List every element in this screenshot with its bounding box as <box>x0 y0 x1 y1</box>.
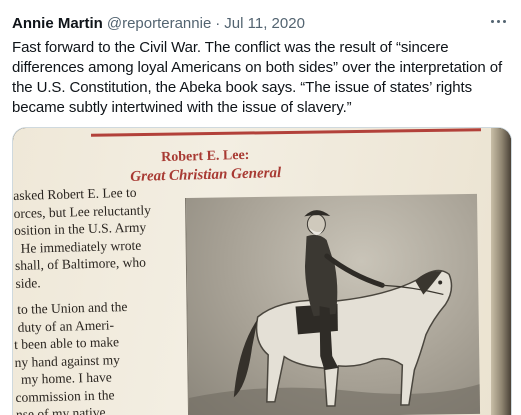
tweet: Annie Martin @reporterannie · Jul 11, 20… <box>0 0 521 415</box>
tweet-text: Fast forward to the Civil War. The confl… <box>12 38 517 118</box>
more-options-icon[interactable] <box>487 11 509 31</box>
book-paragraph-1: asked Robert E. Lee to orces, but Lee re… <box>13 183 153 292</box>
header-separator: · <box>215 14 221 32</box>
tweet-text-line: the U.S. Constitution, the Abeka book sa… <box>12 79 472 96</box>
tweet-text-line: became subtly intertwined with the issue… <box>12 99 352 116</box>
book-text-line: commission in the <box>15 386 115 405</box>
more-dot <box>502 19 506 23</box>
author-handle[interactable]: @reporterannie <box>107 15 211 32</box>
tweet-photo[interactable]: Robert E. Lee: Great Christian General a… <box>12 127 512 415</box>
more-dot <box>496 19 500 23</box>
book-page: Robert E. Lee: Great Christian General a… <box>13 128 495 415</box>
horse-rider-illustration <box>188 210 481 415</box>
tweet-text-line: Fast forward to the Civil War. The confl… <box>12 39 449 56</box>
book-text-line: shall, of Baltimore, who <box>14 254 147 273</box>
tweet-header: Annie Martin @reporterannie · Jul 11, 20… <box>12 13 509 33</box>
book-page-edge <box>491 128 511 415</box>
book-heading: Robert E. Lee: Great Christian General <box>83 145 329 187</box>
book-text-line: to the Union and the <box>17 299 128 317</box>
lee-portrait-image <box>185 193 481 415</box>
heading-rule <box>90 128 482 137</box>
author-name[interactable]: Annie Martin <box>12 15 103 32</box>
book-text-line: nse of my native <box>15 404 106 415</box>
tweet-date[interactable]: Jul 11, 2020 <box>224 15 305 32</box>
book-paragraph-2: to the Union and the duty of an Ameri- t… <box>13 298 130 415</box>
more-dot <box>490 19 494 23</box>
tweet-text-line: differences among loyal Americans on bot… <box>12 59 503 76</box>
book-text-line: side. <box>15 274 41 291</box>
book-text-line: ny hand against my <box>14 351 121 370</box>
